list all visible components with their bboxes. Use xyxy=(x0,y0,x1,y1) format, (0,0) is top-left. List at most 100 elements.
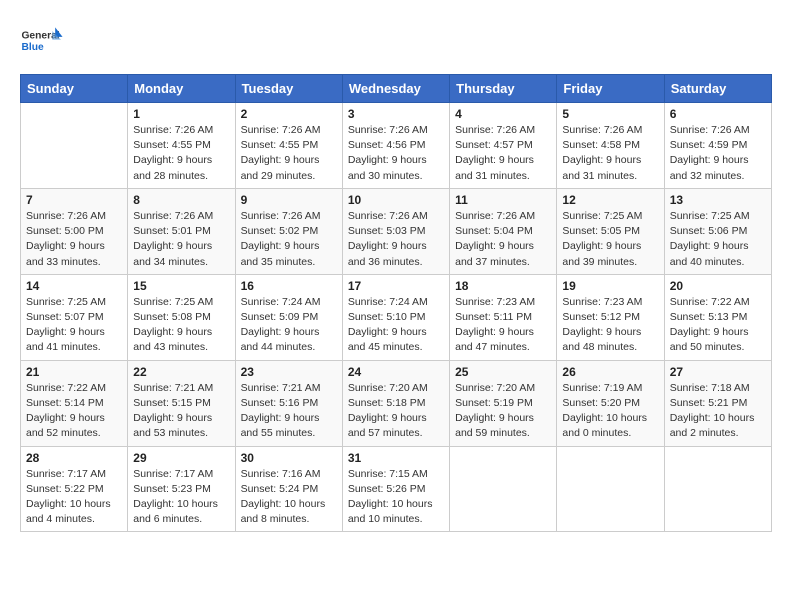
day-number: 7 xyxy=(26,193,122,207)
calendar-cell: 31 Sunrise: 7:15 AM Sunset: 5:26 PM Dayli… xyxy=(342,446,449,532)
calendar-cell: 5 Sunrise: 7:26 AM Sunset: 4:58 PM Daylig… xyxy=(557,103,664,189)
logo: General Blue xyxy=(20,20,64,64)
day-header-saturday: Saturday xyxy=(664,75,771,103)
calendar-cell xyxy=(557,446,664,532)
day-number: 16 xyxy=(241,279,337,293)
day-number: 1 xyxy=(133,107,229,121)
day-number: 11 xyxy=(455,193,551,207)
day-info: Sunrise: 7:25 AM Sunset: 5:07 PM Dayligh… xyxy=(26,295,122,356)
calendar-cell: 15 Sunrise: 7:25 AM Sunset: 5:08 PM Dayli… xyxy=(128,274,235,360)
day-number: 25 xyxy=(455,365,551,379)
day-info: Sunrise: 7:24 AM Sunset: 5:10 PM Dayligh… xyxy=(348,295,444,356)
day-number: 2 xyxy=(241,107,337,121)
day-info: Sunrise: 7:24 AM Sunset: 5:09 PM Dayligh… xyxy=(241,295,337,356)
day-number: 20 xyxy=(670,279,766,293)
day-info: Sunrise: 7:26 AM Sunset: 4:58 PM Dayligh… xyxy=(562,123,658,184)
day-info: Sunrise: 7:26 AM Sunset: 5:04 PM Dayligh… xyxy=(455,209,551,270)
day-info: Sunrise: 7:20 AM Sunset: 5:19 PM Dayligh… xyxy=(455,381,551,442)
day-number: 4 xyxy=(455,107,551,121)
calendar-cell xyxy=(664,446,771,532)
calendar-cell: 23Sunrise: 7:21 AM Sunset: 5:16 PM Dayli… xyxy=(235,360,342,446)
day-number: 15 xyxy=(133,279,229,293)
calendar-cell: 3 Sunrise: 7:26 AM Sunset: 4:56 PM Daylig… xyxy=(342,103,449,189)
day-number: 12 xyxy=(562,193,658,207)
day-number: 6 xyxy=(670,107,766,121)
calendar-cell: 19 Sunrise: 7:23 AM Sunset: 5:12 PM Dayli… xyxy=(557,274,664,360)
day-number: 9 xyxy=(241,193,337,207)
day-number: 17 xyxy=(348,279,444,293)
calendar-cell: 6 Sunrise: 7:26 AM Sunset: 4:59 PM Daylig… xyxy=(664,103,771,189)
page-header: General Blue xyxy=(20,20,772,64)
day-number: 14 xyxy=(26,279,122,293)
day-info: Sunrise: 7:19 AM Sunset: 5:20 PM Dayligh… xyxy=(562,381,658,442)
day-number: 30 xyxy=(241,451,337,465)
calendar-cell: 25 Sunrise: 7:20 AM Sunset: 5:19 PM Dayli… xyxy=(450,360,557,446)
day-info: Sunrise: 7:18 AM Sunset: 5:21 PM Dayligh… xyxy=(670,381,766,442)
day-info: Sunrise: 7:26 AM Sunset: 5:01 PM Dayligh… xyxy=(133,209,229,270)
calendar-cell: 13Sunrise: 7:25 AM Sunset: 5:06 PM Dayli… xyxy=(664,188,771,274)
calendar-cell: 30Sunrise: 7:16 AM Sunset: 5:24 PM Dayli… xyxy=(235,446,342,532)
day-header-friday: Friday xyxy=(557,75,664,103)
day-info: Sunrise: 7:21 AM Sunset: 5:16 PM Dayligh… xyxy=(241,381,337,442)
calendar-cell: 21 Sunrise: 7:22 AM Sunset: 5:14 PM Dayli… xyxy=(21,360,128,446)
day-header-monday: Monday xyxy=(128,75,235,103)
day-info: Sunrise: 7:22 AM Sunset: 5:13 PM Dayligh… xyxy=(670,295,766,356)
calendar-week-2: 7Sunrise: 7:26 AM Sunset: 5:00 PM Daylig… xyxy=(21,188,772,274)
day-info: Sunrise: 7:23 AM Sunset: 5:12 PM Dayligh… xyxy=(562,295,658,356)
day-number: 5 xyxy=(562,107,658,121)
day-header-thursday: Thursday xyxy=(450,75,557,103)
calendar-cell: 22 Sunrise: 7:21 AM Sunset: 5:15 PM Dayli… xyxy=(128,360,235,446)
logo-icon: General Blue xyxy=(20,20,64,64)
calendar-cell: 16 Sunrise: 7:24 AM Sunset: 5:09 PM Dayli… xyxy=(235,274,342,360)
day-info: Sunrise: 7:25 AM Sunset: 5:06 PM Dayligh… xyxy=(670,209,766,270)
calendar-cell: 29Sunrise: 7:17 AM Sunset: 5:23 PM Dayli… xyxy=(128,446,235,532)
day-info: Sunrise: 7:26 AM Sunset: 5:03 PM Dayligh… xyxy=(348,209,444,270)
day-info: Sunrise: 7:20 AM Sunset: 5:18 PM Dayligh… xyxy=(348,381,444,442)
calendar-cell: 20 Sunrise: 7:22 AM Sunset: 5:13 PM Dayli… xyxy=(664,274,771,360)
calendar-cell: 12Sunrise: 7:25 AM Sunset: 5:05 PM Dayli… xyxy=(557,188,664,274)
day-number: 24 xyxy=(348,365,444,379)
calendar-cell: 10 Sunrise: 7:26 AM Sunset: 5:03 PM Dayli… xyxy=(342,188,449,274)
day-header-wednesday: Wednesday xyxy=(342,75,449,103)
day-number: 21 xyxy=(26,365,122,379)
day-number: 19 xyxy=(562,279,658,293)
day-number: 8 xyxy=(133,193,229,207)
calendar-cell: 24 Sunrise: 7:20 AM Sunset: 5:18 PM Dayli… xyxy=(342,360,449,446)
day-number: 29 xyxy=(133,451,229,465)
calendar-cell: 9Sunrise: 7:26 AM Sunset: 5:02 PM Daylig… xyxy=(235,188,342,274)
day-number: 26 xyxy=(562,365,658,379)
calendar-header-row: SundayMondayTuesdayWednesdayThursdayFrid… xyxy=(21,75,772,103)
day-info: Sunrise: 7:15 AM Sunset: 5:26 PM Dayligh… xyxy=(348,467,444,528)
calendar-week-3: 14 Sunrise: 7:25 AM Sunset: 5:07 PM Dayli… xyxy=(21,274,772,360)
calendar-cell: 11 Sunrise: 7:26 AM Sunset: 5:04 PM Dayli… xyxy=(450,188,557,274)
day-number: 10 xyxy=(348,193,444,207)
calendar-cell: 26 Sunrise: 7:19 AM Sunset: 5:20 PM Dayli… xyxy=(557,360,664,446)
day-header-tuesday: Tuesday xyxy=(235,75,342,103)
day-number: 3 xyxy=(348,107,444,121)
day-number: 18 xyxy=(455,279,551,293)
day-info: Sunrise: 7:22 AM Sunset: 5:14 PM Dayligh… xyxy=(26,381,122,442)
day-info: Sunrise: 7:26 AM Sunset: 4:57 PM Dayligh… xyxy=(455,123,551,184)
day-info: Sunrise: 7:26 AM Sunset: 4:55 PM Dayligh… xyxy=(133,123,229,184)
calendar-cell: 4 Sunrise: 7:26 AM Sunset: 4:57 PM Daylig… xyxy=(450,103,557,189)
calendar-cell: 28Sunrise: 7:17 AM Sunset: 5:22 PM Dayli… xyxy=(21,446,128,532)
day-number: 28 xyxy=(26,451,122,465)
calendar-cell: 18Sunrise: 7:23 AM Sunset: 5:11 PM Dayli… xyxy=(450,274,557,360)
calendar-week-5: 28Sunrise: 7:17 AM Sunset: 5:22 PM Dayli… xyxy=(21,446,772,532)
calendar-table: SundayMondayTuesdayWednesdayThursdayFrid… xyxy=(20,74,772,532)
day-info: Sunrise: 7:26 AM Sunset: 4:56 PM Dayligh… xyxy=(348,123,444,184)
day-info: Sunrise: 7:26 AM Sunset: 4:59 PM Dayligh… xyxy=(670,123,766,184)
calendar-cell xyxy=(21,103,128,189)
day-number: 31 xyxy=(348,451,444,465)
day-info: Sunrise: 7:25 AM Sunset: 5:08 PM Dayligh… xyxy=(133,295,229,356)
calendar-cell: 8 Sunrise: 7:26 AM Sunset: 5:01 PM Daylig… xyxy=(128,188,235,274)
day-info: Sunrise: 7:26 AM Sunset: 4:55 PM Dayligh… xyxy=(241,123,337,184)
calendar-cell: 2 Sunrise: 7:26 AM Sunset: 4:55 PM Daylig… xyxy=(235,103,342,189)
day-number: 22 xyxy=(133,365,229,379)
calendar-cell: 17 Sunrise: 7:24 AM Sunset: 5:10 PM Dayli… xyxy=(342,274,449,360)
day-info: Sunrise: 7:21 AM Sunset: 5:15 PM Dayligh… xyxy=(133,381,229,442)
calendar-cell: 7Sunrise: 7:26 AM Sunset: 5:00 PM Daylig… xyxy=(21,188,128,274)
calendar-cell: 14 Sunrise: 7:25 AM Sunset: 5:07 PM Dayli… xyxy=(21,274,128,360)
day-header-sunday: Sunday xyxy=(21,75,128,103)
calendar-cell: 27Sunrise: 7:18 AM Sunset: 5:21 PM Dayli… xyxy=(664,360,771,446)
